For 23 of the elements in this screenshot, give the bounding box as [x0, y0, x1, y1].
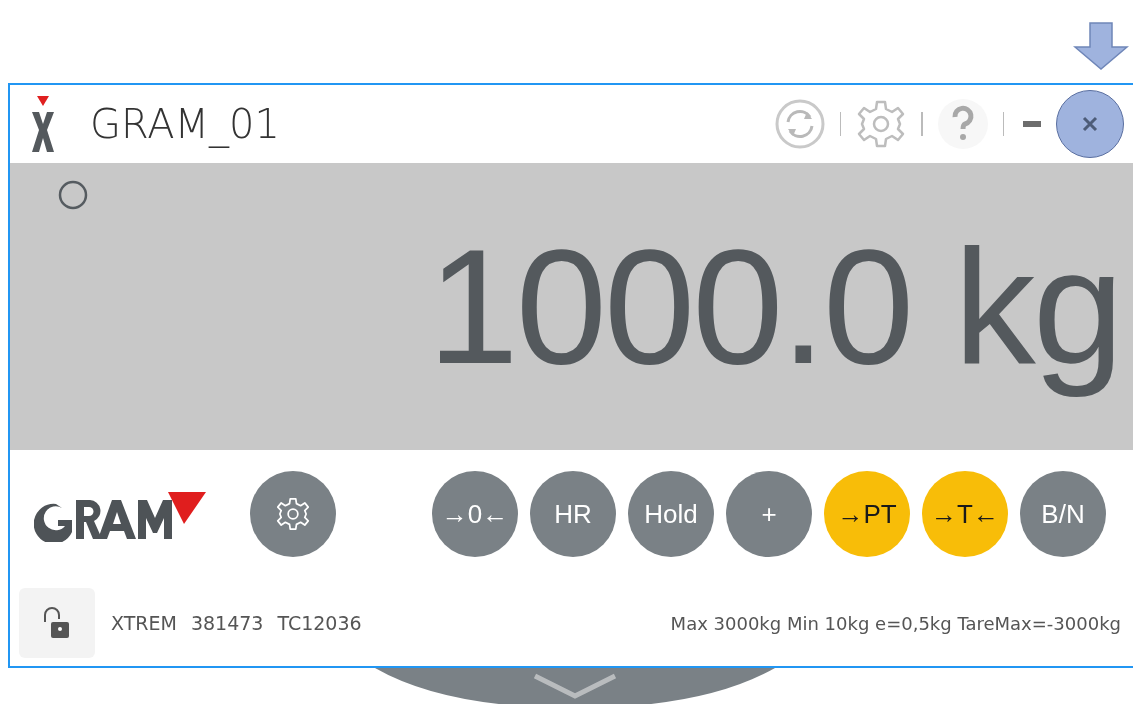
function-button[interactable]: +: [726, 471, 812, 557]
certificate-number: TC12036: [277, 612, 362, 634]
model-label: XTREM: [111, 612, 177, 634]
serial-number: 381473: [190, 612, 264, 634]
gear-icon: [275, 496, 311, 532]
unlocked-padlock-button[interactable]: [19, 588, 95, 658]
close-icon: [1080, 114, 1100, 134]
function-button[interactable]: B/N: [1020, 471, 1106, 557]
stability-indicator-icon: [58, 180, 88, 210]
minimize-icon[interactable]: [1022, 120, 1042, 128]
padlock-icon: [43, 606, 71, 640]
down-arrow-icon: [1073, 22, 1129, 70]
function-button[interactable]: Hold: [628, 471, 714, 557]
help-icon[interactable]: [936, 98, 989, 150]
function-button[interactable]: →PT: [824, 471, 910, 557]
function-button[interactable]: →T←: [922, 471, 1008, 557]
function-button[interactable]: →0←: [432, 471, 518, 557]
pull-tab[interactable]: [375, 668, 775, 704]
function-button[interactable]: HR: [530, 471, 616, 557]
window-title: GRAM_01: [90, 101, 280, 147]
weight-reading: 1000.0 kg: [427, 213, 1121, 400]
logo-icon: [30, 96, 56, 152]
scale-specs: Max 3000kg Min 10kg e=0,5kg TareMax=-3000kg: [670, 612, 1121, 634]
